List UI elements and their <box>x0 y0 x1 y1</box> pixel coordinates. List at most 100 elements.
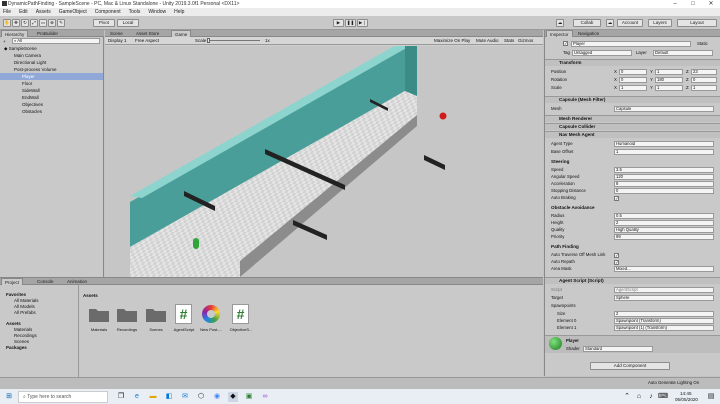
menu-assets[interactable]: Assets <box>36 9 51 15</box>
clock-date[interactable]: 05/05/2020 <box>675 397 698 402</box>
agent-type-dropdown[interactable]: Humanoid <box>614 141 714 147</box>
position-z[interactable]: 23 <box>691 69 717 75</box>
scale-slider[interactable] <box>208 40 260 41</box>
tab-inspector[interactable]: Inspector <box>546 30 573 37</box>
mesh-field[interactable]: Capsule <box>614 106 714 112</box>
tab-asset-store[interactable]: Asset Store <box>133 30 162 37</box>
maximize-on-play-toggle[interactable]: Maximize On Play <box>434 37 470 44</box>
taskbar-search-box[interactable]: ⌕ Type here to search <box>18 391 108 403</box>
tab-animation[interactable]: Animation <box>64 278 90 285</box>
folder-icon[interactable] <box>146 306 166 322</box>
hierarchy-item[interactable]: Floor <box>22 80 32 87</box>
local-toggle[interactable]: Local <box>117 19 139 27</box>
hierarchy-item[interactable]: Obstacles <box>22 108 42 115</box>
rotation-x[interactable]: 0 <box>619 77 647 83</box>
layout-dropdown[interactable]: Layout <box>677 19 717 27</box>
hierarchy-item[interactable]: Main Camera <box>14 52 41 59</box>
spawnpoints-foldout[interactable]: Spawnpoints <box>551 303 576 308</box>
tray-up-arrow-icon[interactable]: ⌃ <box>622 392 632 402</box>
game-viewport[interactable] <box>105 46 543 277</box>
scale-z[interactable]: 1 <box>691 85 717 91</box>
hierarchy-search-input[interactable]: ⌕ All <box>12 38 100 44</box>
windows-start-icon[interactable]: ⊞ <box>4 392 14 402</box>
mail-icon[interactable]: ✉ <box>180 392 190 402</box>
auto-repath-checkbox[interactable]: ✓ <box>614 260 619 265</box>
cloud-icon[interactable]: ☁ <box>556 19 564 27</box>
create-button[interactable]: + <box>3 38 6 45</box>
tab-hierarchy[interactable]: Hierarchy <box>1 30 29 37</box>
hierarchy-item-selected[interactable]: Player <box>0 73 103 80</box>
folder-icon[interactable] <box>117 306 137 322</box>
base-offset-field[interactable]: 1 <box>614 149 714 155</box>
unity-hub-icon[interactable]: ⬡ <box>196 392 206 402</box>
shader-dropdown[interactable]: Standard <box>583 346 653 352</box>
transform-header[interactable]: Transform <box>545 59 720 66</box>
stats-toggle[interactable]: Stats <box>504 37 514 44</box>
size-field[interactable]: 2 <box>614 311 714 317</box>
agent-script-header[interactable]: Agent Script (Script) <box>545 277 720 284</box>
file-explorer-icon[interactable]: ▬ <box>148 392 158 402</box>
radius-field[interactable]: 0.5 <box>614 213 714 219</box>
height-field[interactable]: 2 <box>614 220 714 226</box>
nav-mesh-agent-header[interactable]: Nav Mesh Agent <box>545 131 720 138</box>
custom-tool-icon[interactable]: ✎ <box>57 19 65 27</box>
scale-tool-icon[interactable]: ⤢ <box>30 19 38 27</box>
layer-dropdown[interactable]: Default <box>653 50 713 56</box>
csharp-script-icon[interactable]: # <box>232 304 249 324</box>
ime-icon[interactable]: ⌨ <box>658 392 668 402</box>
tab-navigation[interactable]: Navigation <box>575 30 602 37</box>
close-icon[interactable]: ✕ <box>702 0 720 8</box>
rotation-y[interactable]: 180 <box>655 77 683 83</box>
unity-editor-icon[interactable]: ◆ <box>228 392 238 402</box>
menu-tools[interactable]: Tools <box>129 9 141 15</box>
tab-project[interactable]: Project <box>1 278 24 285</box>
hierarchy-item[interactable]: Directional Light <box>14 59 46 66</box>
rotation-z[interactable]: 0 <box>691 77 717 83</box>
app-icon[interactable]: ▣ <box>244 392 254 402</box>
tab-game[interactable]: Game <box>171 30 192 37</box>
clock-time[interactable]: 14:45 <box>680 391 692 396</box>
scale-slider-handle[interactable] <box>207 38 210 43</box>
hierarchy-item[interactable]: Post-process Volume <box>14 66 57 73</box>
angular-speed-field[interactable]: 120 <box>614 174 714 180</box>
mesh-filter-header[interactable]: Capsule (Mesh Filter) <box>545 96 720 103</box>
account-dropdown[interactable]: Account <box>617 19 643 27</box>
folder-icon[interactable] <box>89 306 109 322</box>
menu-gameobject[interactable]: GameObject <box>59 9 87 15</box>
hierarchy-item[interactable]: EndWall <box>22 94 39 101</box>
stopping-distance-field[interactable]: 0 <box>614 188 714 194</box>
menu-edit[interactable]: Edit <box>19 9 28 15</box>
edge-icon[interactable]: e <box>132 392 142 402</box>
collab-button[interactable]: Collab <box>573 19 601 27</box>
notification-icon[interactable]: ▤ <box>706 392 716 402</box>
auto-braking-checkbox[interactable]: ✓ <box>614 196 619 201</box>
hierarchy-scene-row[interactable]: ◆ SampleScene <box>4 45 102 52</box>
visual-studio-icon[interactable]: ∞ <box>260 392 270 402</box>
object-name-field[interactable]: Player <box>571 41 691 47</box>
active-checkbox[interactable]: ✓ <box>563 41 568 46</box>
display-dropdown[interactable]: Display 1 <box>108 37 127 44</box>
menu-file[interactable]: File <box>3 9 11 15</box>
hierarchy-item[interactable]: Objectives <box>22 101 43 108</box>
capsule-collider-header[interactable]: Capsule Collider <box>545 123 720 130</box>
static-toggle[interactable]: Static <box>697 41 708 46</box>
add-component-button[interactable]: Add Component <box>590 362 670 370</box>
minimize-icon[interactable]: – <box>666 0 684 8</box>
aspect-dropdown[interactable]: Free Aspect <box>135 37 159 44</box>
hierarchy-item[interactable]: SideWall <box>22 87 40 94</box>
tab-probuilder[interactable]: ProBuilder <box>34 30 61 37</box>
chrome-icon[interactable]: ◉ <box>212 392 222 402</box>
tab-scene[interactable]: Scene <box>107 30 126 37</box>
scale-x[interactable]: 1 <box>619 85 647 91</box>
maximize-icon[interactable]: □ <box>684 0 702 8</box>
mute-audio-toggle[interactable]: Mute Audio <box>476 37 499 44</box>
transform-tool-icon[interactable]: ⊕ <box>48 19 56 27</box>
gizmos-dropdown[interactable]: Gizmos <box>518 37 533 44</box>
move-tool-icon[interactable]: ✥ <box>12 19 20 27</box>
menu-window[interactable]: Window <box>148 9 166 15</box>
speed-field[interactable]: 3.5 <box>614 167 714 173</box>
position-y[interactable]: 1 <box>655 69 683 75</box>
packages-foldout[interactable]: Packages <box>6 344 27 351</box>
network-icon[interactable]: ⌂ <box>634 392 644 402</box>
pause-button[interactable]: ❚❚ <box>345 19 356 27</box>
